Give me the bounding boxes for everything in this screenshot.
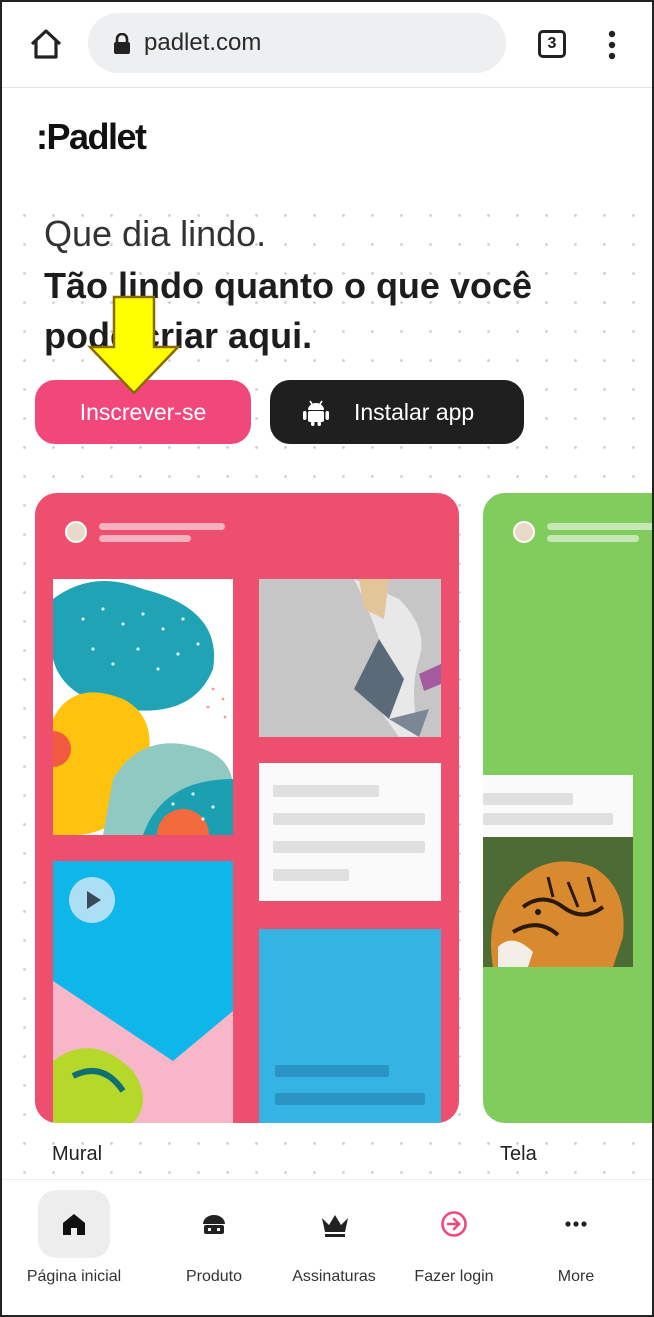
nav-label-login: Fazer login xyxy=(414,1268,494,1285)
yellow-arrow-annotation xyxy=(87,295,181,395)
login-icon xyxy=(441,1211,467,1237)
browser-home-icon[interactable] xyxy=(28,26,64,62)
nav-item-more[interactable]: More xyxy=(516,1180,636,1315)
card-label-mural: Mural xyxy=(52,1143,103,1165)
crown-icon xyxy=(322,1215,348,1237)
abstract-art-image xyxy=(53,579,233,835)
address-bar[interactable]: padlet.com xyxy=(88,13,506,73)
home-icon xyxy=(63,1214,85,1235)
android-icon xyxy=(303,400,329,426)
fitness-photo xyxy=(259,579,441,737)
tab-switcher-button[interactable]: 3 xyxy=(538,30,566,58)
padlet-logo[interactable]: :Padlet xyxy=(36,116,147,158)
avatar xyxy=(513,521,535,543)
browser-menu-icon[interactable] xyxy=(600,26,624,66)
product-icon xyxy=(203,1215,225,1234)
nav-item-subscriptions[interactable]: Assinaturas xyxy=(274,1180,394,1315)
blue-note-tile xyxy=(259,929,441,1123)
browser-toolbar: padlet.com 3 xyxy=(2,2,652,88)
nav-item-home[interactable]: Página inicial xyxy=(14,1180,134,1315)
install-app-button[interactable]: Instalar app xyxy=(270,380,524,444)
play-icon[interactable] xyxy=(69,877,115,923)
lock-icon xyxy=(112,32,132,54)
card-label-tela: Tela xyxy=(500,1143,537,1165)
install-app-label: Instalar app xyxy=(354,399,475,425)
nav-item-login[interactable]: Fazer login xyxy=(394,1180,514,1315)
mural-card[interactable] xyxy=(35,493,459,1123)
nav-label-more: More xyxy=(557,1268,595,1285)
header: :Padlet xyxy=(2,89,652,189)
title-placeholder xyxy=(99,523,225,530)
more-icon xyxy=(565,1221,587,1227)
tela-card[interactable] xyxy=(483,493,652,1123)
title-placeholder xyxy=(547,523,652,530)
page-content: :Padlet Que dia lindo. Tão lindo quanto … xyxy=(2,89,652,1179)
bottom-navigation: Página inicial Produto Assinaturas Fazer… xyxy=(2,1179,652,1315)
phone-screen: padlet.com 3 :Padlet Que dia lindo. Tão … xyxy=(0,0,654,1317)
tiger-photo xyxy=(483,837,633,967)
avatar xyxy=(65,521,87,543)
text-note-tile xyxy=(259,763,441,901)
url-text: padlet.com xyxy=(144,29,262,56)
headline-light: Que dia lindo. xyxy=(44,213,267,254)
subtitle-placeholder xyxy=(547,535,639,542)
nav-label-home: Página inicial xyxy=(26,1268,122,1285)
nav-item-product[interactable]: Produto xyxy=(154,1180,274,1315)
nav-label-product: Produto xyxy=(185,1268,243,1285)
subtitle-placeholder xyxy=(99,535,191,542)
nav-label-subscriptions: Assinaturas xyxy=(292,1268,376,1285)
